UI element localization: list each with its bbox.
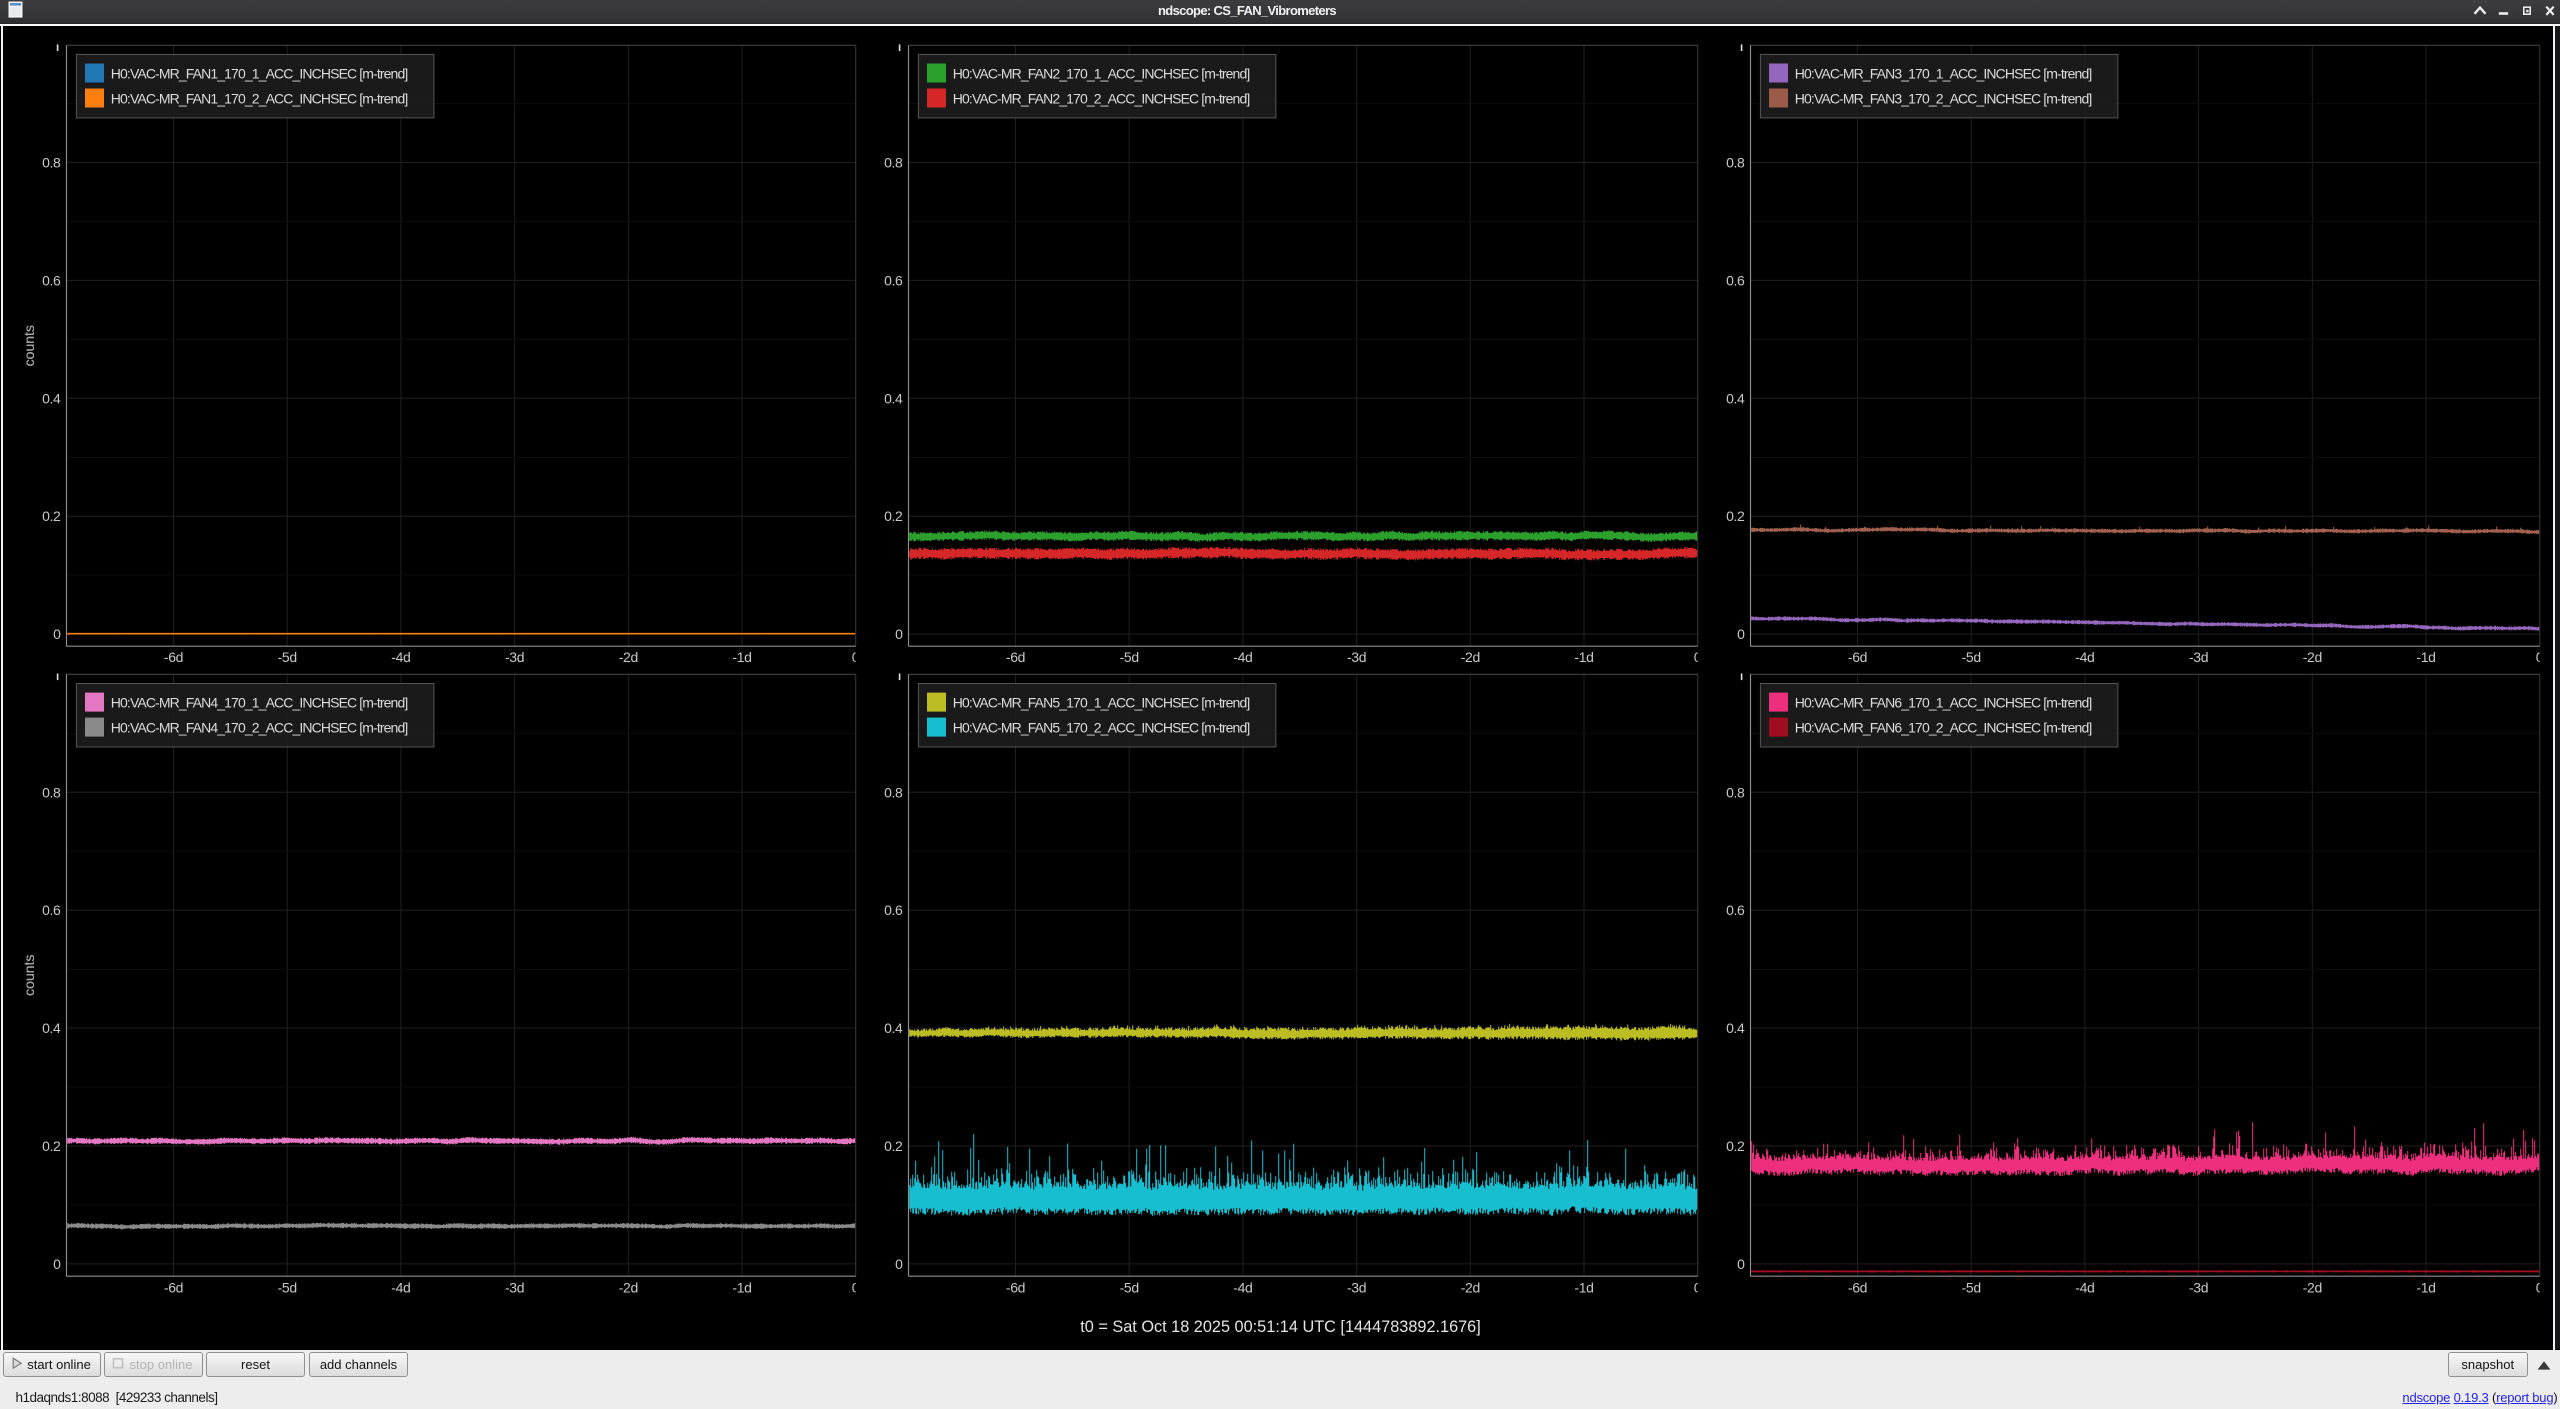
svg-text:-1d: -1d (2416, 649, 2435, 665)
svg-text:H0:VAC-MR_FAN5_170_1_ACC_INCHS: H0:VAC-MR_FAN5_170_1_ACC_INCHSEC [m-tren… (953, 694, 1250, 710)
svg-text:0: 0 (1737, 1256, 1745, 1272)
svg-text:0.2: 0.2 (42, 508, 61, 524)
svg-text:-6d: -6d (1006, 649, 1025, 665)
svg-text:0.2: 0.2 (1726, 1138, 1745, 1154)
svg-text:0.8: 0.8 (42, 784, 61, 800)
svg-text:0.4: 0.4 (884, 390, 903, 406)
svg-text:0.4: 0.4 (1726, 1020, 1745, 1036)
svg-text:0.6: 0.6 (884, 272, 903, 288)
svg-text:t0 = Sat Oct 18 2025 00:51:14: t0 = Sat Oct 18 2025 00:51:14 UTC [14447… (1080, 1318, 1481, 1336)
svg-text:0.2: 0.2 (884, 1138, 903, 1154)
svg-text:H0:VAC-MR_FAN2_170_2_ACC_INCHS: H0:VAC-MR_FAN2_170_2_ACC_INCHSEC [m-tren… (953, 90, 1250, 106)
svg-text:H0:VAC-MR_FAN3_170_2_ACC_INCHS: H0:VAC-MR_FAN3_170_2_ACC_INCHSEC [m-tren… (1795, 90, 2092, 106)
svg-text:0.6: 0.6 (1726, 272, 1745, 288)
svg-text:-5d: -5d (278, 649, 297, 665)
svg-text:0: 0 (1737, 626, 1745, 642)
svg-text:-6d: -6d (1848, 1280, 1867, 1296)
svg-text:-2d: -2d (619, 649, 638, 665)
svg-text:-5d: -5d (1120, 1280, 1139, 1296)
svg-text:-2d: -2d (1461, 1280, 1480, 1296)
svg-text:-1d: -1d (2416, 1280, 2435, 1296)
svg-text:0.6: 0.6 (1726, 902, 1745, 918)
svg-text:-5d: -5d (1962, 649, 1981, 665)
svg-text:-1d: -1d (1574, 1280, 1593, 1296)
svg-text:H0:VAC-MR_FAN4_170_2_ACC_INCHS: H0:VAC-MR_FAN4_170_2_ACC_INCHSEC [m-tren… (111, 719, 408, 735)
svg-text:counts: counts (21, 325, 37, 366)
svg-text:-3d: -3d (505, 649, 524, 665)
svg-text:H0:VAC-MR_FAN1_170_2_ACC_INCHS: H0:VAC-MR_FAN1_170_2_ACC_INCHSEC [m-tren… (111, 90, 408, 106)
svg-text:-6d: -6d (164, 649, 183, 665)
svg-text:0.4: 0.4 (42, 1020, 61, 1036)
svg-text:0.6: 0.6 (42, 902, 61, 918)
svg-text:0.6: 0.6 (42, 272, 61, 288)
svg-text:0.8: 0.8 (1726, 784, 1745, 800)
svg-text:0: 0 (895, 626, 903, 642)
svg-text:H0:VAC-MR_FAN6_170_1_ACC_INCHS: H0:VAC-MR_FAN6_170_1_ACC_INCHSEC [m-tren… (1795, 694, 2092, 710)
svg-text:0: 0 (53, 626, 61, 642)
svg-text:counts: counts (21, 955, 37, 996)
svg-text:0.4: 0.4 (884, 1020, 903, 1036)
svg-text:0.2: 0.2 (884, 508, 903, 524)
svg-text:0.8: 0.8 (42, 155, 61, 171)
svg-text:H0:VAC-MR_FAN2_170_1_ACC_INCHS: H0:VAC-MR_FAN2_170_1_ACC_INCHSEC [m-tren… (953, 65, 1250, 81)
svg-text:-4d: -4d (2075, 649, 2094, 665)
svg-text:0.4: 0.4 (42, 390, 61, 406)
svg-text:0.8: 0.8 (884, 155, 903, 171)
svg-text:-2d: -2d (2303, 649, 2322, 665)
svg-text:-3d: -3d (1347, 1280, 1366, 1296)
svg-text:-4d: -4d (1233, 649, 1252, 665)
svg-text:-1d: -1d (732, 649, 751, 665)
svg-text:-5d: -5d (1962, 1280, 1981, 1296)
svg-text:0.4: 0.4 (1726, 390, 1745, 406)
svg-text:-3d: -3d (1347, 649, 1366, 665)
svg-text:-6d: -6d (1848, 649, 1867, 665)
svg-text:-2d: -2d (2303, 1280, 2322, 1296)
svg-text:-5d: -5d (1120, 649, 1139, 665)
svg-text:H0:VAC-MR_FAN6_170_2_ACC_INCHS: H0:VAC-MR_FAN6_170_2_ACC_INCHSEC [m-tren… (1795, 719, 2092, 735)
svg-text:0: 0 (53, 1256, 61, 1272)
svg-text:0.6: 0.6 (884, 902, 903, 918)
svg-text:H0:VAC-MR_FAN4_170_1_ACC_INCHS: H0:VAC-MR_FAN4_170_1_ACC_INCHSEC [m-tren… (111, 694, 408, 710)
svg-text:H0:VAC-MR_FAN5_170_2_ACC_INCHS: H0:VAC-MR_FAN5_170_2_ACC_INCHSEC [m-tren… (953, 719, 1250, 735)
svg-text:-4d: -4d (391, 649, 410, 665)
svg-text:0.2: 0.2 (1726, 508, 1745, 524)
svg-text:H0:VAC-MR_FAN1_170_1_ACC_INCHS: H0:VAC-MR_FAN1_170_1_ACC_INCHSEC [m-tren… (111, 65, 408, 81)
svg-text:-4d: -4d (1233, 1280, 1252, 1296)
svg-text:-5d: -5d (278, 1280, 297, 1296)
svg-text:-3d: -3d (2189, 649, 2208, 665)
svg-text:-1d: -1d (732, 1280, 751, 1296)
svg-text:0.8: 0.8 (884, 784, 903, 800)
svg-text:0: 0 (895, 1256, 903, 1272)
svg-text:-2d: -2d (1461, 649, 1480, 665)
svg-text:-2d: -2d (619, 1280, 638, 1296)
svg-text:0.2: 0.2 (42, 1138, 61, 1154)
svg-text:-6d: -6d (164, 1280, 183, 1296)
svg-text:-4d: -4d (2075, 1280, 2094, 1296)
svg-text:H0:VAC-MR_FAN3_170_1_ACC_INCHS: H0:VAC-MR_FAN3_170_1_ACC_INCHSEC [m-tren… (1795, 65, 2092, 81)
svg-text:-4d: -4d (391, 1280, 410, 1296)
svg-text:-1d: -1d (1574, 649, 1593, 665)
svg-text:-6d: -6d (1006, 1280, 1025, 1296)
svg-text:0.8: 0.8 (1726, 155, 1745, 171)
svg-text:-3d: -3d (505, 1280, 524, 1296)
svg-text:-3d: -3d (2189, 1280, 2208, 1296)
